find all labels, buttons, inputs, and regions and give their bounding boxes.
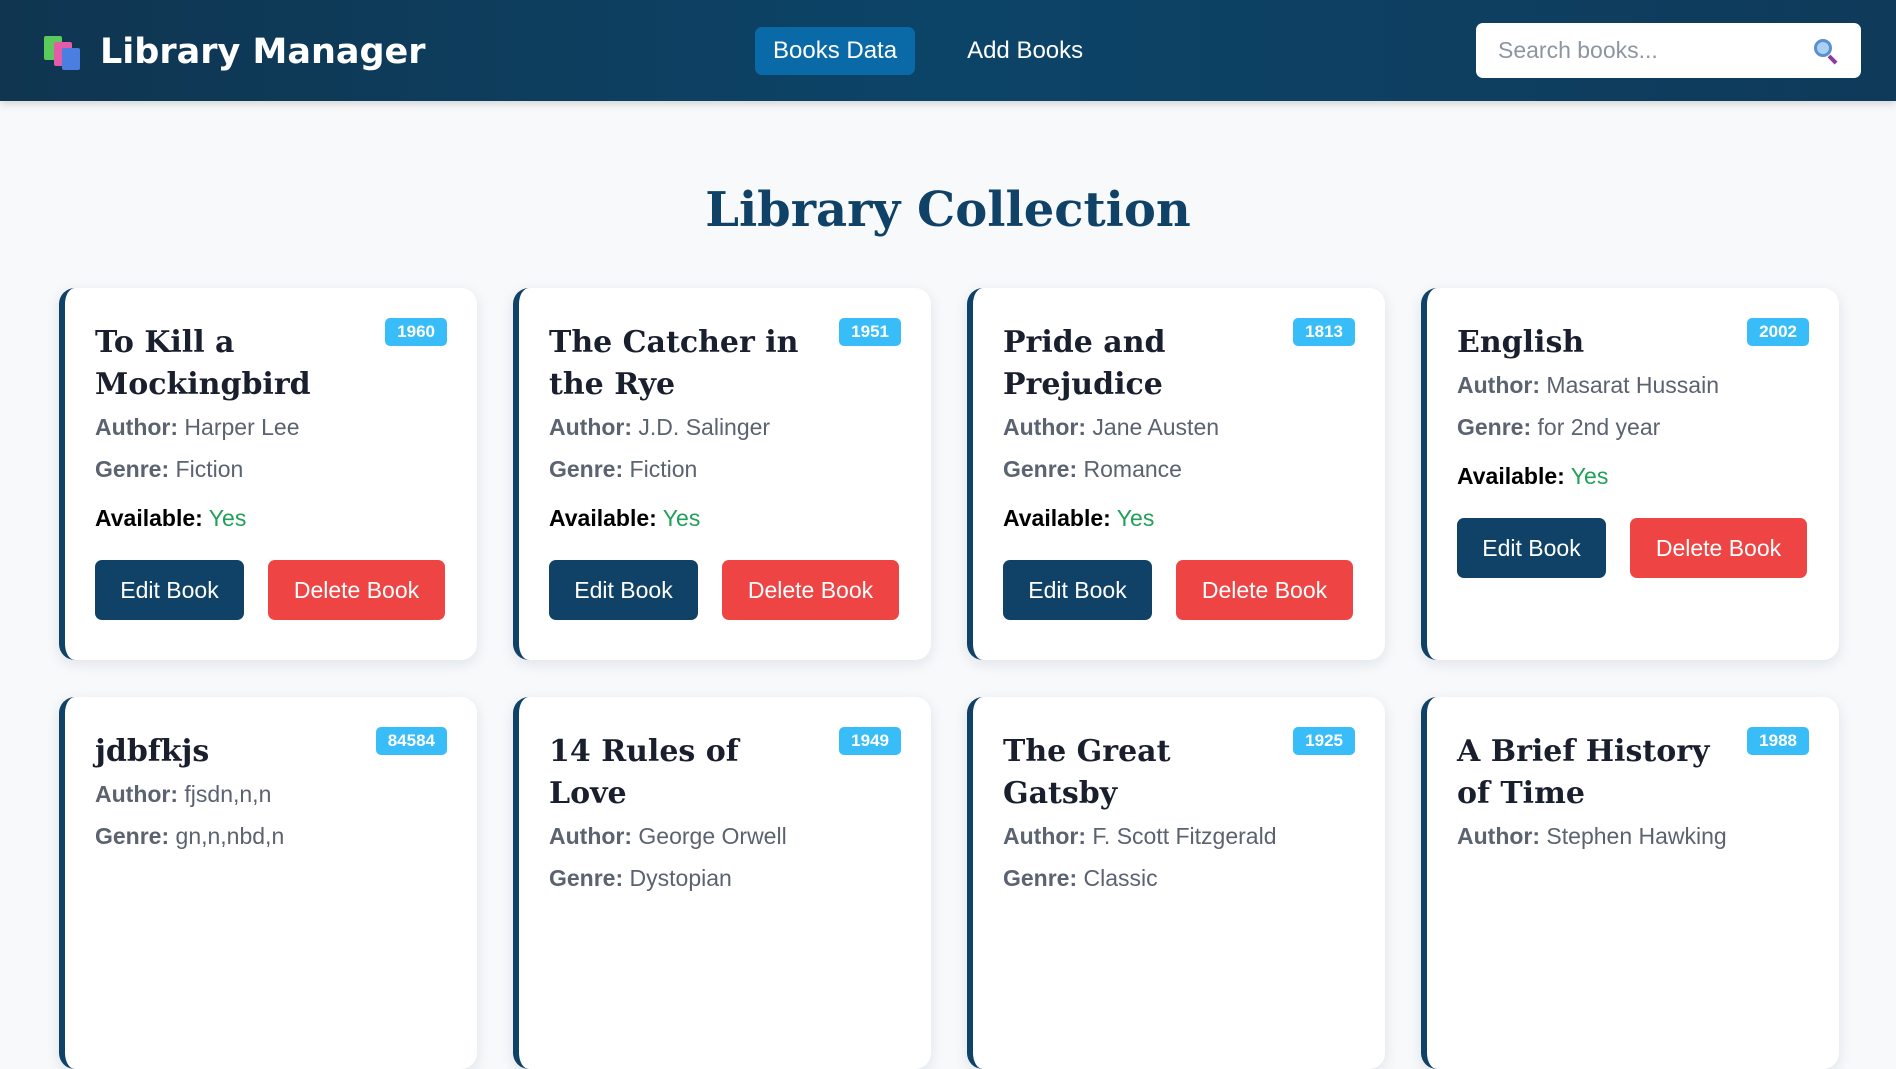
book-author: Author: Jane Austen: [1003, 406, 1355, 448]
book-card: 1949 14 Rules of Love Author: George Orw…: [513, 697, 931, 1069]
book-availability: Available: Yes: [1003, 502, 1355, 534]
navbar: Library Manager Books Data Add Books: [0, 0, 1896, 101]
author-value: fjsdn,n,n: [184, 781, 272, 807]
author-label: Author:: [1457, 823, 1541, 849]
books-grid: 1960 To Kill a Mockingbird Author: Harpe…: [59, 288, 1839, 1069]
genre-label: Genre:: [95, 456, 170, 482]
book-card: 1813 Pride and Prejudice Author: Jane Au…: [967, 288, 1385, 660]
book-genre: Genre: Dystopian: [549, 857, 901, 899]
author-value: Masarat Hussain: [1546, 372, 1719, 398]
book-card: 2002 English Author: Masarat Hussain Gen…: [1421, 288, 1839, 660]
author-label: Author:: [549, 823, 633, 849]
genre-value: Dystopian: [629, 865, 732, 891]
genre-label: Genre:: [95, 823, 170, 849]
book-author: Author: Harper Lee: [95, 406, 447, 448]
available-label: Available:: [1457, 463, 1565, 489]
book-genre: Genre: Romance: [1003, 448, 1355, 490]
delete-book-button[interactable]: Delete Book: [1630, 518, 1807, 578]
year-badge: 1960: [385, 318, 447, 346]
nav-link-books-data[interactable]: Books Data: [755, 27, 916, 75]
delete-book-button[interactable]: Delete Book: [268, 560, 445, 620]
genre-label: Genre:: [549, 865, 624, 891]
author-value: Harper Lee: [184, 414, 300, 440]
book-author: Author: Masarat Hussain: [1457, 364, 1809, 406]
genre-value: Classic: [1083, 865, 1158, 891]
search-box: [1476, 23, 1861, 78]
book-card: 1988 A Brief History of Time Author: Ste…: [1421, 697, 1839, 1069]
available-label: Available:: [549, 505, 657, 531]
genre-label: Genre:: [1003, 456, 1078, 482]
genre-label: Genre:: [1003, 865, 1078, 891]
genre-value: for 2nd year: [1537, 414, 1661, 440]
edit-book-button[interactable]: Edit Book: [549, 560, 698, 620]
author-label: Author:: [95, 781, 179, 807]
genre-label: Genre:: [1457, 414, 1532, 440]
brand-title: Library Manager: [100, 32, 426, 72]
available-value: Yes: [1570, 463, 1609, 489]
book-genre: Genre: for 2nd year: [1457, 406, 1809, 448]
book-genre: Genre: Classic: [1003, 857, 1355, 899]
card-actions: Edit Book Delete Book: [95, 560, 447, 620]
year-badge: 1988: [1747, 727, 1809, 755]
edit-book-button[interactable]: Edit Book: [1003, 560, 1152, 620]
author-label: Author:: [549, 414, 633, 440]
book-availability: Available: Yes: [549, 502, 901, 534]
card-actions: Edit Book Delete Book: [549, 560, 901, 620]
available-label: Available:: [95, 505, 203, 531]
author-value: F. Scott Fitzgerald: [1092, 823, 1277, 849]
author-value: George Orwell: [638, 823, 787, 849]
available-label: Available:: [1003, 505, 1111, 531]
author-label: Author:: [1003, 823, 1087, 849]
card-actions: Edit Book Delete Book: [1003, 560, 1355, 620]
book-card: 1951 The Catcher in the Rye Author: J.D.…: [513, 288, 931, 660]
year-badge: 1925: [1293, 727, 1355, 755]
available-value: Yes: [208, 505, 247, 531]
search-icon[interactable]: [1813, 38, 1839, 64]
search-input[interactable]: [1498, 37, 1813, 64]
genre-label: Genre:: [549, 456, 624, 482]
book-genre: Genre: gn,n,nbd,n: [95, 815, 447, 857]
genre-value: gn,n,nbd,n: [175, 823, 285, 849]
year-badge: 2002: [1747, 318, 1809, 346]
author-label: Author:: [95, 414, 179, 440]
author-value: J.D. Salinger: [638, 414, 771, 440]
page-title: Library Collection: [705, 182, 1191, 238]
year-badge: 1949: [839, 727, 901, 755]
available-value: Yes: [662, 505, 701, 531]
delete-book-button[interactable]: Delete Book: [722, 560, 899, 620]
book-card: 1925 The Great Gatsby Author: F. Scott F…: [967, 697, 1385, 1069]
author-label: Author:: [1003, 414, 1087, 440]
book-author: Author: Stephen Hawking: [1457, 815, 1809, 857]
genre-value: Fiction: [175, 456, 244, 482]
books-logo-icon: [42, 34, 82, 70]
book-author: Author: George Orwell: [549, 815, 901, 857]
brand[interactable]: Library Manager: [42, 26, 426, 78]
year-badge: 84584: [375, 727, 447, 755]
author-label: Author:: [1457, 372, 1541, 398]
book-card: 84584 jdbfkjs Author: fjsdn,n,n Genre: g…: [59, 697, 477, 1069]
book-author: Author: F. Scott Fitzgerald: [1003, 815, 1355, 857]
book-genre: Genre: Fiction: [549, 448, 901, 490]
nav-link-add-books[interactable]: Add Books: [949, 27, 1101, 75]
genre-value: Romance: [1083, 456, 1182, 482]
book-card: 1960 To Kill a Mockingbird Author: Harpe…: [59, 288, 477, 660]
book-author: Author: fjsdn,n,n: [95, 773, 447, 815]
edit-book-button[interactable]: Edit Book: [1457, 518, 1606, 578]
card-actions: Edit Book Delete Book: [1457, 518, 1809, 578]
available-value: Yes: [1116, 505, 1155, 531]
genre-value: Fiction: [629, 456, 698, 482]
author-value: Jane Austen: [1092, 414, 1220, 440]
book-genre: Genre: Fiction: [95, 448, 447, 490]
year-badge: 1951: [839, 318, 901, 346]
book-availability: Available: Yes: [1457, 460, 1809, 492]
book-availability: Available: Yes: [95, 502, 447, 534]
nav-links: Books Data Add Books: [755, 27, 1101, 75]
author-value: Stephen Hawking: [1546, 823, 1727, 849]
book-author: Author: J.D. Salinger: [549, 406, 901, 448]
edit-book-button[interactable]: Edit Book: [95, 560, 244, 620]
delete-book-button[interactable]: Delete Book: [1176, 560, 1353, 620]
year-badge: 1813: [1293, 318, 1355, 346]
